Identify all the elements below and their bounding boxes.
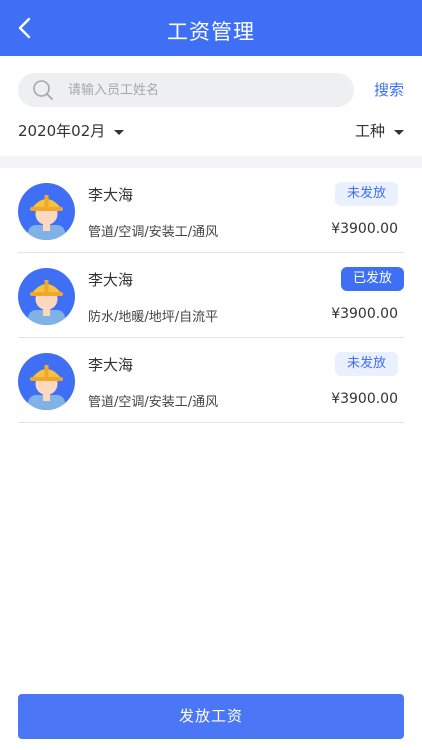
month-filter-label: 2020年02月: [18, 122, 106, 140]
worker-trade: 管道/空调/安装工/通风: [88, 225, 219, 240]
pay-salary-button[interactable]: 发放工资: [18, 694, 404, 739]
worker-name: 李大海: [88, 186, 134, 204]
month-filter[interactable]: 2020年02月: [18, 118, 125, 144]
worker-row[interactable]: 李大海 管道/空调/安装工/通风 ¥3900.00 未发放: [18, 168, 404, 253]
search-row: 搜索: [18, 73, 404, 107]
worker-row[interactable]: 李大海 管道/空调/安装工/通风 ¥3900.00 未发放: [18, 338, 404, 423]
nav-bar: 工资管理: [0, 0, 422, 56]
salary-amount: ¥3900.00: [331, 306, 398, 322]
worker-avatar-icon: [18, 353, 75, 410]
worker-avatar-icon: [18, 268, 75, 325]
caret-down-icon: [114, 129, 125, 135]
status-badge: 未发放: [334, 182, 398, 206]
worker-list: 李大海 管道/空调/安装工/通风 ¥3900.00 未发放 李大海 防水/地暖/…: [18, 168, 404, 423]
worker-row[interactable]: 李大海 防水/地暖/地坪/自流平 ¥3900.00 已发放: [18, 253, 404, 338]
worker-trade: 管道/空调/安装工/通风: [88, 395, 219, 410]
search-input[interactable]: [66, 81, 330, 99]
caret-down-icon: [394, 129, 404, 135]
worker-name: 李大海: [88, 271, 134, 289]
page-title: 工资管理: [167, 20, 255, 44]
trade-filter[interactable]: 工种: [355, 118, 404, 144]
section-divider: [0, 156, 422, 168]
status-badge: 已发放: [340, 267, 404, 291]
status-badge: 未发放: [334, 352, 398, 376]
trade-filter-label: 工种: [354, 122, 385, 140]
salary-amount: ¥3900.00: [331, 391, 398, 407]
search-box[interactable]: [18, 73, 354, 107]
worker-trade: 防水/地暖/地坪/自流平: [88, 310, 219, 325]
search-button[interactable]: 搜索: [374, 73, 404, 107]
worker-name: 李大海: [88, 356, 134, 374]
filter-row: 2020年02月 工种: [18, 118, 404, 144]
worker-avatar-icon: [18, 183, 75, 240]
search-icon: [32, 79, 54, 101]
salary-amount: ¥3900.00: [331, 221, 398, 237]
